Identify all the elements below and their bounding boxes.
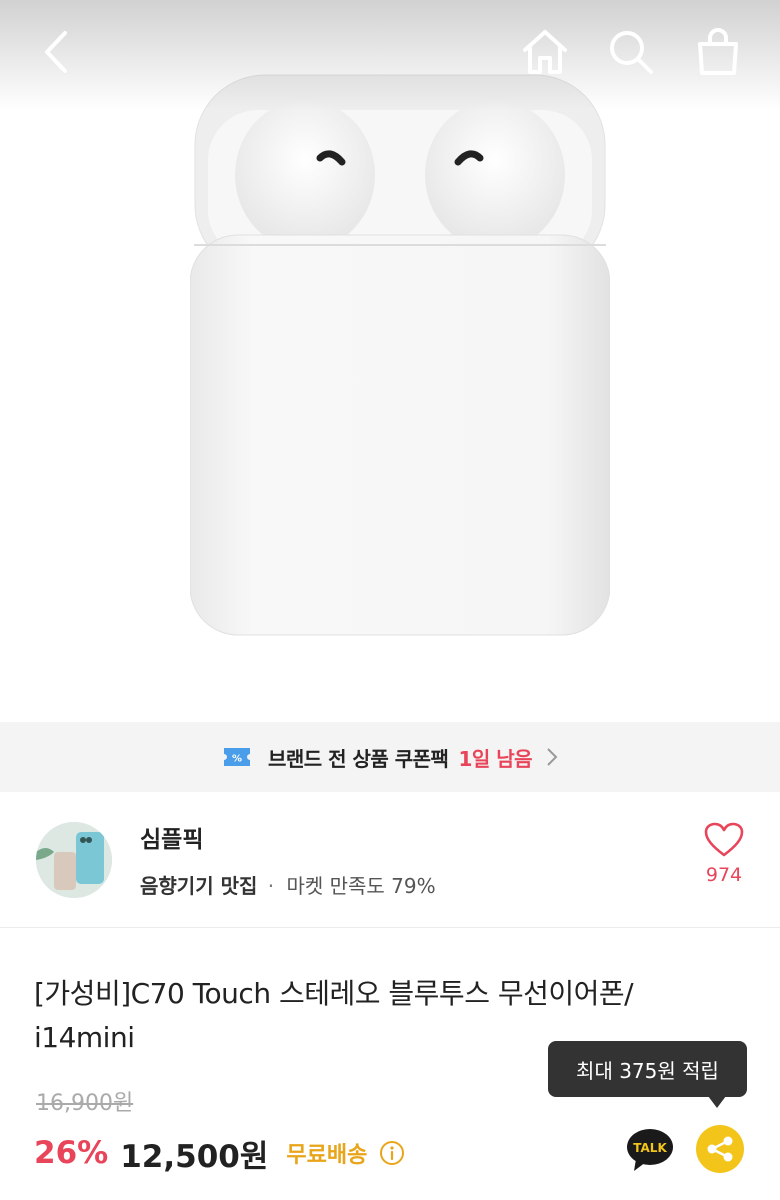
svg-text:TALK: TALK xyxy=(633,1141,667,1155)
svg-text:%: % xyxy=(232,754,242,765)
store-section: 심플픽 음향기기 맛집 · 마켓 만족도 79% 974 xyxy=(0,792,780,928)
info-icon[interactable] xyxy=(379,1140,405,1166)
free-shipping-label: 무료배송 xyxy=(286,1143,368,1168)
share-icon xyxy=(707,1136,733,1162)
discount-rate: 26% xyxy=(34,1135,109,1171)
sale-price: 12,500원 xyxy=(120,1138,269,1175)
search-button[interactable] xyxy=(601,22,661,82)
store-category: 음향기기 맛집 xyxy=(140,874,258,898)
store-logo-image xyxy=(36,822,112,898)
like-count: 974 xyxy=(705,864,743,886)
back-button[interactable] xyxy=(26,22,86,82)
talk-button[interactable]: TALK xyxy=(626,1127,674,1173)
price-row: 26% 12,500원 무료배송 xyxy=(34,1128,405,1178)
heart-icon xyxy=(704,822,744,857)
coupon-icon: % xyxy=(223,748,250,766)
coupon-banner-text: 브랜드 전 상품 쿠폰팩 xyxy=(267,746,449,771)
chevron-right-icon xyxy=(547,748,558,766)
coupon-remaining: 1일 남음 xyxy=(458,746,533,771)
kakao-talk-icon: TALK xyxy=(627,1129,673,1171)
home-icon xyxy=(523,30,567,74)
cart-button[interactable] xyxy=(688,22,748,82)
search-icon xyxy=(610,31,653,74)
tooltip-tail xyxy=(708,1096,726,1108)
home-button[interactable] xyxy=(515,22,575,82)
product-image xyxy=(190,74,610,636)
chevron-left-icon xyxy=(45,31,67,73)
like-button[interactable]: 974 xyxy=(696,822,752,902)
shopping-bag-icon xyxy=(698,28,738,75)
store-avatar[interactable] xyxy=(36,822,112,898)
share-button[interactable] xyxy=(696,1125,744,1173)
coupon-banner[interactable]: % 브랜드 전 상품 쿠폰팩 1일 남음 xyxy=(0,722,780,792)
original-price: 16,900원 xyxy=(36,1091,134,1116)
separator-dot: · xyxy=(267,874,275,898)
store-name[interactable]: 심플픽 xyxy=(140,820,203,854)
points-tooltip: 최대 375원 적립 xyxy=(548,1041,747,1097)
store-subinfo: 음향기기 맛집 · 마켓 만족도 79% xyxy=(140,870,436,899)
market-satisfaction: 마켓 만족도 79% xyxy=(286,874,436,898)
top-navigation xyxy=(0,0,780,110)
